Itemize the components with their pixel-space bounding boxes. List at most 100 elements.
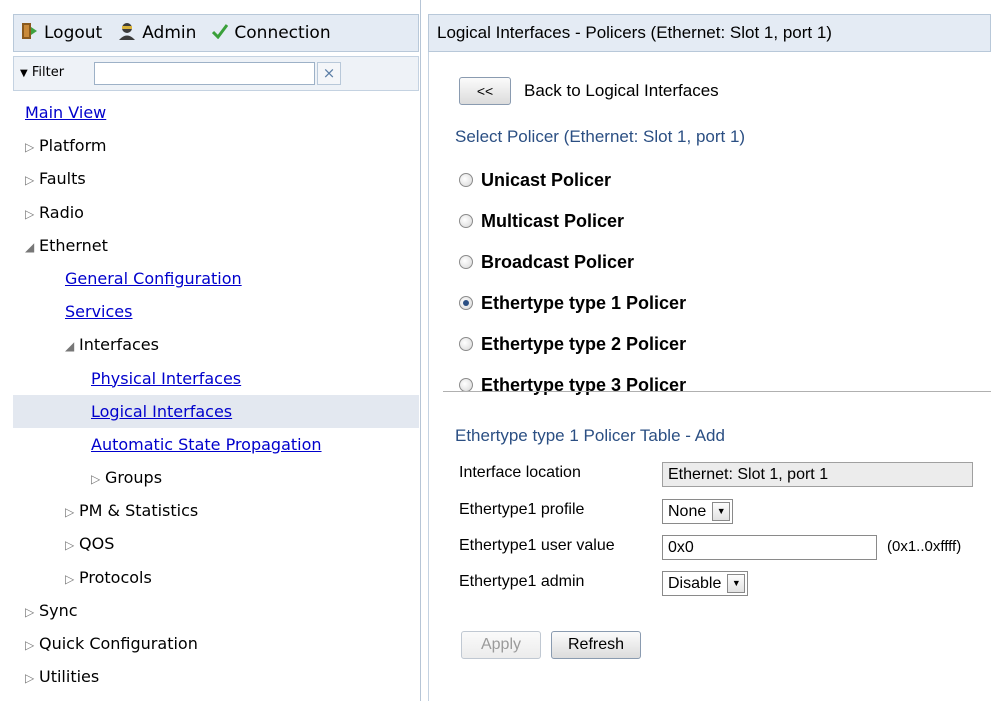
connection-label: Connection (234, 23, 331, 43)
policer-option[interactable]: Ethertype type 3 Policer (459, 371, 686, 399)
nav-item-faults[interactable]: ▷ Faults (13, 162, 419, 195)
triangle-collapsed-icon[interactable]: ▷ (25, 198, 39, 231)
apply-button[interactable]: Apply (461, 631, 541, 659)
nav-item-interfaces[interactable]: ◢ Interfaces (13, 328, 419, 361)
close-icon: × (322, 64, 336, 82)
admin-button[interactable]: Admin (118, 22, 196, 45)
refresh-button[interactable]: Refresh (551, 631, 641, 659)
nav-item-label[interactable]: General Configuration (65, 269, 242, 288)
policer-option-label: Multicast Policer (481, 210, 625, 231)
nav-item-label: Radio (39, 202, 84, 222)
back-button[interactable]: << (459, 77, 511, 105)
admin-status-label: Ethertype1 admin (459, 573, 585, 590)
nav-item-radio[interactable]: ▷ Radio (13, 196, 419, 229)
triangle-collapsed-icon[interactable]: ▷ (65, 496, 79, 529)
logout-label: Logout (44, 23, 103, 43)
nav-item-label: Ethernet (39, 235, 108, 255)
policer-option-label: Broadcast Policer (481, 251, 635, 272)
radio-button[interactable] (459, 255, 473, 269)
triangle-collapsed-icon[interactable]: ▷ (25, 629, 39, 662)
nav-item-label: Faults (39, 169, 86, 189)
nav-item-pm-statistics[interactable]: ▷ PM & Statistics (13, 494, 419, 527)
interface-location-label: Interface location (459, 464, 581, 481)
triangle-collapsed-icon[interactable]: ▷ (25, 596, 39, 629)
triangle-collapsed-icon[interactable]: ▷ (91, 463, 105, 496)
logout-button[interactable]: Logout (22, 22, 102, 45)
nav-item-label: Sync (39, 600, 78, 620)
user-value-range: (0x1..0xffff) (887, 538, 962, 555)
nav-item-label: QOS (79, 534, 115, 554)
policer-option[interactable]: Ethertype type 2 Policer (459, 330, 686, 358)
select-policer-title: Select Policer (Ethernet: Slot 1, port 1… (455, 127, 746, 146)
page-title: Logical Interfaces - Policers (Ethernet:… (428, 14, 991, 52)
logout-icon (22, 22, 38, 45)
nav-item-label: Quick Configuration (39, 634, 198, 653)
nav-item-logical-interfaces[interactable]: Logical Interfaces (13, 394, 419, 428)
content-body: << Back to Logical Interfaces Select Pol… (428, 52, 991, 701)
top-toolbar: Logout Admin Connection (13, 14, 419, 52)
triangle-expanded-icon[interactable]: ◢ (25, 231, 39, 264)
nav-item-groups[interactable]: ▷ Groups (13, 461, 419, 494)
radio-button[interactable] (459, 337, 473, 351)
nav-item-utilities[interactable]: ▷ Utilities (13, 660, 419, 693)
nav-item-label[interactable]: Physical Interfaces (91, 369, 241, 388)
triangle-collapsed-icon[interactable]: ▷ (25, 164, 39, 197)
triangle-collapsed-icon[interactable]: ▷ (65, 529, 79, 562)
nav-item-sync[interactable]: ▷ Sync (13, 594, 419, 627)
nav-item-services[interactable]: Services (13, 295, 419, 328)
nav-item-physical-interfaces[interactable]: Physical Interfaces (13, 362, 419, 395)
profile-label: Ethertype1 profile (459, 501, 585, 518)
nav-item-label: Utilities (39, 667, 100, 687)
radio-button[interactable] (459, 214, 473, 228)
clear-filter-button[interactable]: × (317, 62, 341, 85)
chevron-down-icon: ▼ (712, 502, 731, 521)
policer-option[interactable]: Broadcast Policer (459, 248, 634, 276)
nav-item-quick-configuration[interactable]: ▷ Quick Configuration (13, 627, 419, 660)
navigation-pane: Logout Admin Connection ▼ Filter × Main … (0, 0, 421, 701)
nav-item-platform[interactable]: ▷ Platform (13, 129, 419, 162)
nav-item-ethernet[interactable]: ◢ Ethernet (13, 229, 419, 262)
profile-select[interactable]: None ▼ (662, 499, 734, 524)
content-pane: Logical Interfaces - Policers (Ethernet:… (428, 14, 991, 701)
radio-button[interactable] (459, 296, 473, 310)
filter-input[interactable] (94, 62, 315, 85)
admin-status-value: Disable (668, 574, 722, 592)
user-value-input[interactable]: 0x0 (662, 535, 877, 560)
nav-item-label: Platform (39, 136, 107, 156)
triangle-collapsed-icon[interactable]: ▷ (25, 662, 39, 695)
policer-option-label: Ethertype type 3 Policer (481, 374, 687, 395)
user-value-label: Ethertype1 user value (459, 537, 615, 554)
triangle-collapsed-icon[interactable]: ▷ (65, 563, 79, 596)
navigation-tree: Main View ▷ Platform ▷ Faults ▷ Radio ◢ Ethernet… (13, 96, 419, 693)
policer-option[interactable]: Unicast Policer (459, 166, 611, 194)
policer-option-label: Ethertype type 1 Policer (481, 292, 687, 313)
policer-option-label: Ethertype type 2 Policer (481, 333, 687, 354)
nav-item-label[interactable]: Automatic State Propagation (91, 435, 322, 454)
policer-option[interactable]: Ethertype type 1 Policer (459, 289, 686, 317)
policer-option[interactable]: Multicast Policer (459, 207, 624, 235)
nav-item-label: Protocols (79, 567, 152, 587)
admin-status-select[interactable]: Disable ▼ (662, 571, 749, 596)
user-icon (118, 22, 136, 45)
connection-status[interactable]: Connection (212, 23, 331, 44)
policer-table-title: Ethertype type 1 Policer Table - Add (455, 426, 725, 445)
filter-bar: ▼ Filter × (13, 56, 419, 91)
triangle-down-icon: ▼ (20, 68, 28, 79)
radio-button[interactable] (459, 378, 473, 392)
filter-toggle[interactable]: ▼ Filter (20, 65, 64, 80)
triangle-expanded-icon[interactable]: ◢ (65, 330, 79, 363)
nav-item-protocols[interactable]: ▷ Protocols (13, 561, 419, 594)
nav-item-label: Interfaces (79, 335, 159, 355)
nav-item-label[interactable]: Services (65, 302, 132, 321)
nav-item-qos[interactable]: ▷ QOS (13, 527, 419, 560)
nav-item-automatic-state-propagation[interactable]: Automatic State Propagation (13, 428, 419, 461)
nav-item-general-configuration[interactable]: General Configuration (13, 262, 419, 295)
nav-item-label[interactable]: Main View (25, 103, 106, 122)
radio-button[interactable] (459, 173, 473, 187)
nav-item-label[interactable]: Logical Interfaces (91, 402, 232, 421)
filter-label: Filter (31, 65, 65, 80)
triangle-collapsed-icon[interactable]: ▷ (25, 131, 39, 164)
nav-item-main-view[interactable]: Main View (13, 96, 419, 129)
profile-select-value: None (668, 502, 707, 520)
nav-item-label: PM & Statistics (79, 501, 199, 521)
